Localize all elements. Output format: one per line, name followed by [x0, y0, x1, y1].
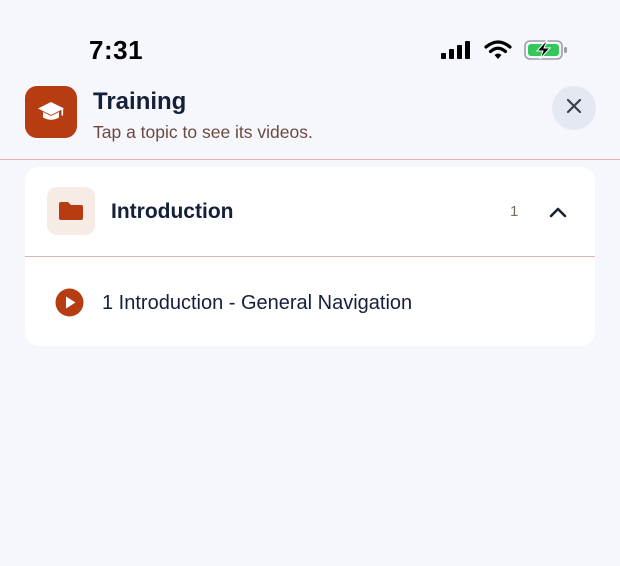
- close-icon: [566, 98, 582, 119]
- header-divider: [0, 159, 620, 160]
- status-time: 7:31: [89, 35, 144, 65]
- video-label: 1 Introduction - General Navigation: [102, 292, 413, 314]
- topic-title: Introduction: [111, 200, 234, 223]
- page-subtitle: Tap a topic to see its videos.: [93, 122, 313, 142]
- status-bar: 7:31: [0, 0, 620, 80]
- wifi-icon: [484, 40, 512, 60]
- folder-icon: [47, 187, 95, 235]
- play-icon: [55, 288, 84, 317]
- status-icons: [440, 38, 568, 62]
- training-screen: 7:31 Training Tap a topic to see its vid…: [0, 0, 620, 566]
- chevron-up-icon[interactable]: [547, 201, 569, 223]
- topic-header-introduction[interactable]: Introduction 1: [25, 167, 595, 256]
- close-button[interactable]: [552, 86, 596, 130]
- topic-video-count: 1: [510, 203, 519, 220]
- topic-card-introduction: Introduction 1 1 Introduction - General …: [25, 167, 595, 346]
- page-title: Training: [93, 88, 187, 115]
- training-header: Training Tap a topic to see its videos.: [0, 80, 620, 160]
- cellular-signal-icon: [440, 40, 472, 60]
- battery-charging-icon: [524, 39, 568, 61]
- graduation-cap-icon: [25, 86, 77, 138]
- video-item[interactable]: 1 Introduction - General Navigation: [25, 257, 595, 346]
